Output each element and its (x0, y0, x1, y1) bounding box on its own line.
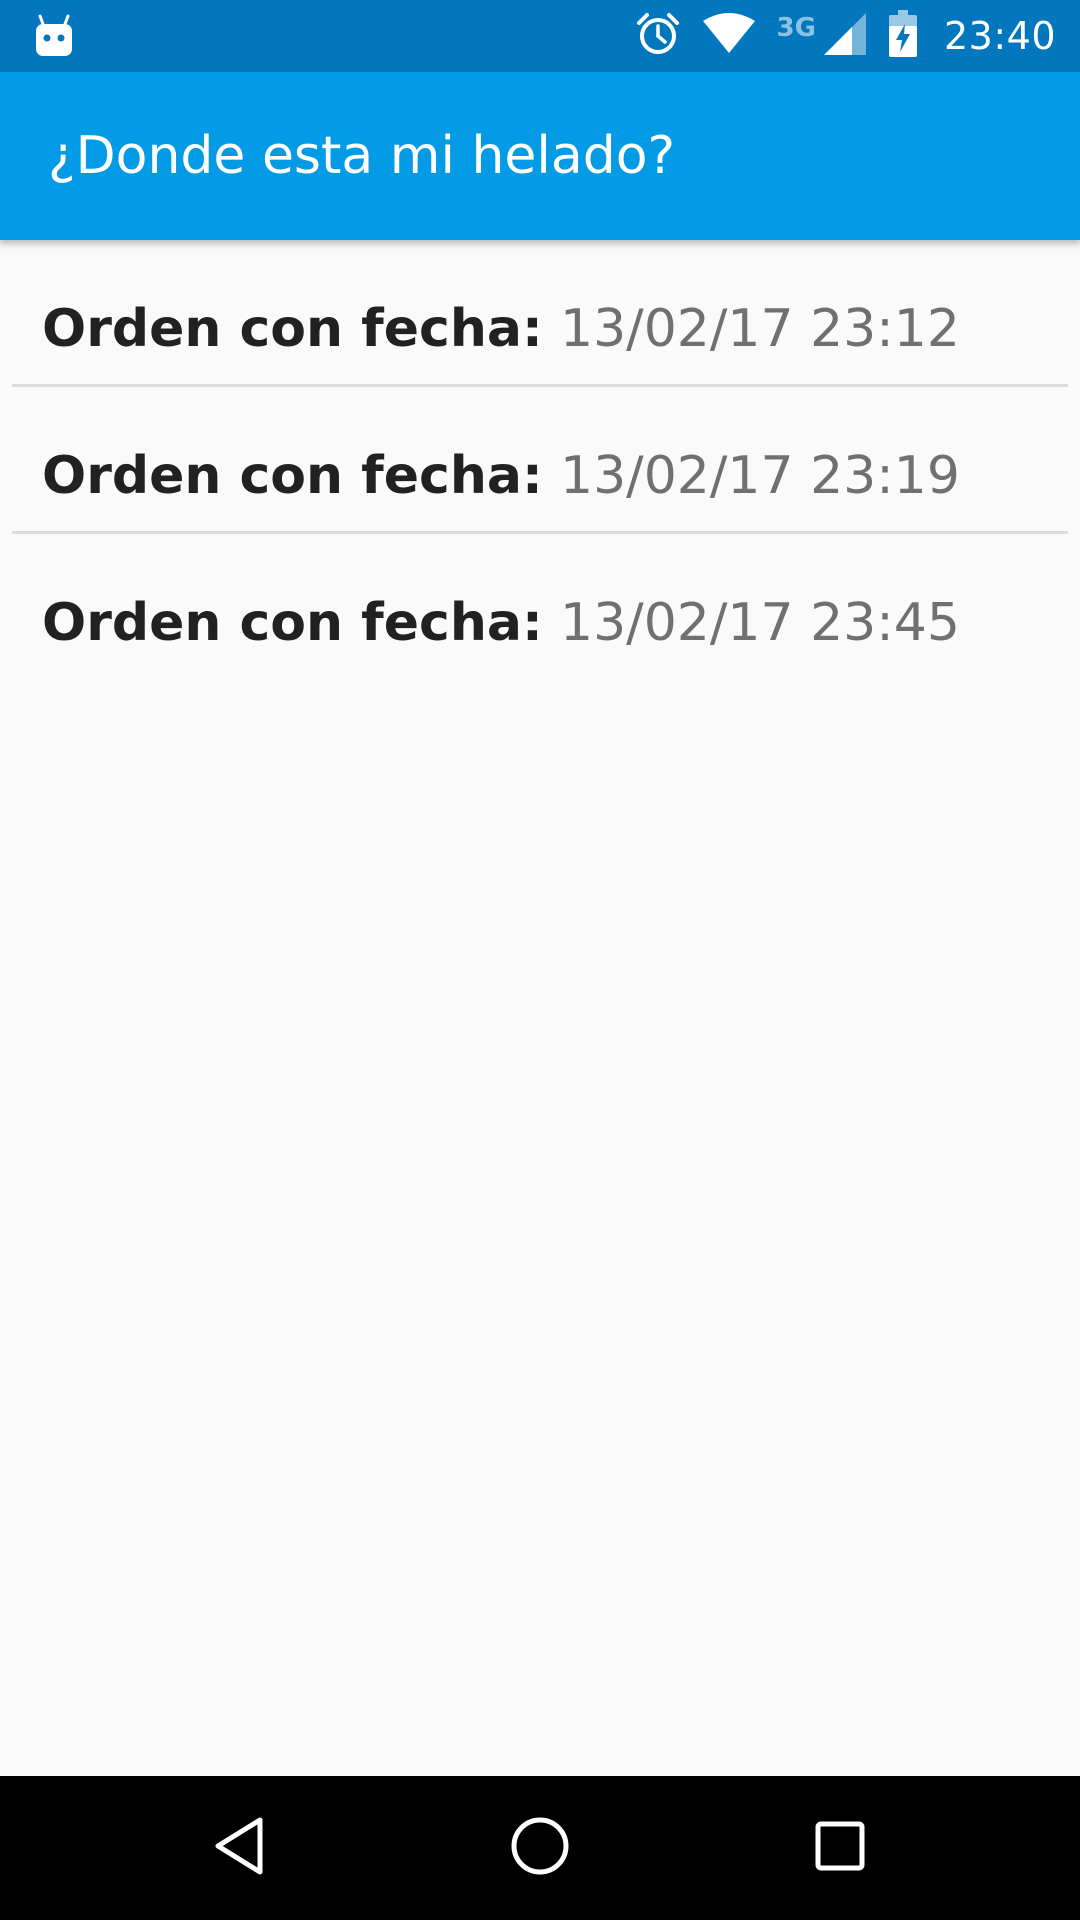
order-label: Orden con fecha: (42, 593, 543, 653)
home-button[interactable] (460, 1776, 620, 1920)
orders-list: Orden con fecha: 13/02/17 23:12 Orden co… (0, 240, 1080, 681)
cell-signal-icon (822, 11, 868, 61)
order-date: 13/02/17 23:45 (560, 593, 960, 653)
recents-icon (814, 1820, 866, 1876)
network-type-label: 3G (776, 13, 816, 43)
order-date: 13/02/17 23:19 (560, 446, 960, 506)
navigation-bar (0, 1776, 1080, 1920)
alarm-icon (635, 11, 681, 61)
back-button[interactable] (160, 1776, 320, 1920)
recents-button[interactable] (760, 1776, 920, 1920)
app-bar: ¿Donde esta mi helado? (0, 72, 1080, 240)
status-bar: 3G 23:40 (0, 0, 1080, 72)
order-date: 13/02/17 23:12 (560, 299, 960, 359)
list-item[interactable]: Orden con fecha: 13/02/17 23:12 (0, 240, 1080, 387)
home-icon (510, 1816, 570, 1880)
order-label: Orden con fecha: (42, 446, 543, 506)
back-icon (212, 1816, 268, 1880)
list-item[interactable]: Orden con fecha: 13/02/17 23:19 (0, 387, 1080, 534)
page-title: ¿Donde esta mi helado? (48, 126, 676, 186)
status-icons: 3G 23:40 (635, 0, 1056, 72)
wifi-icon (701, 13, 757, 59)
list-item[interactable]: Orden con fecha: 13/02/17 23:45 (0, 534, 1080, 681)
android-notification-icon (34, 14, 74, 58)
status-clock: 23:40 (943, 14, 1056, 58)
battery-charging-icon (888, 10, 918, 62)
order-label: Orden con fecha: (42, 299, 543, 359)
